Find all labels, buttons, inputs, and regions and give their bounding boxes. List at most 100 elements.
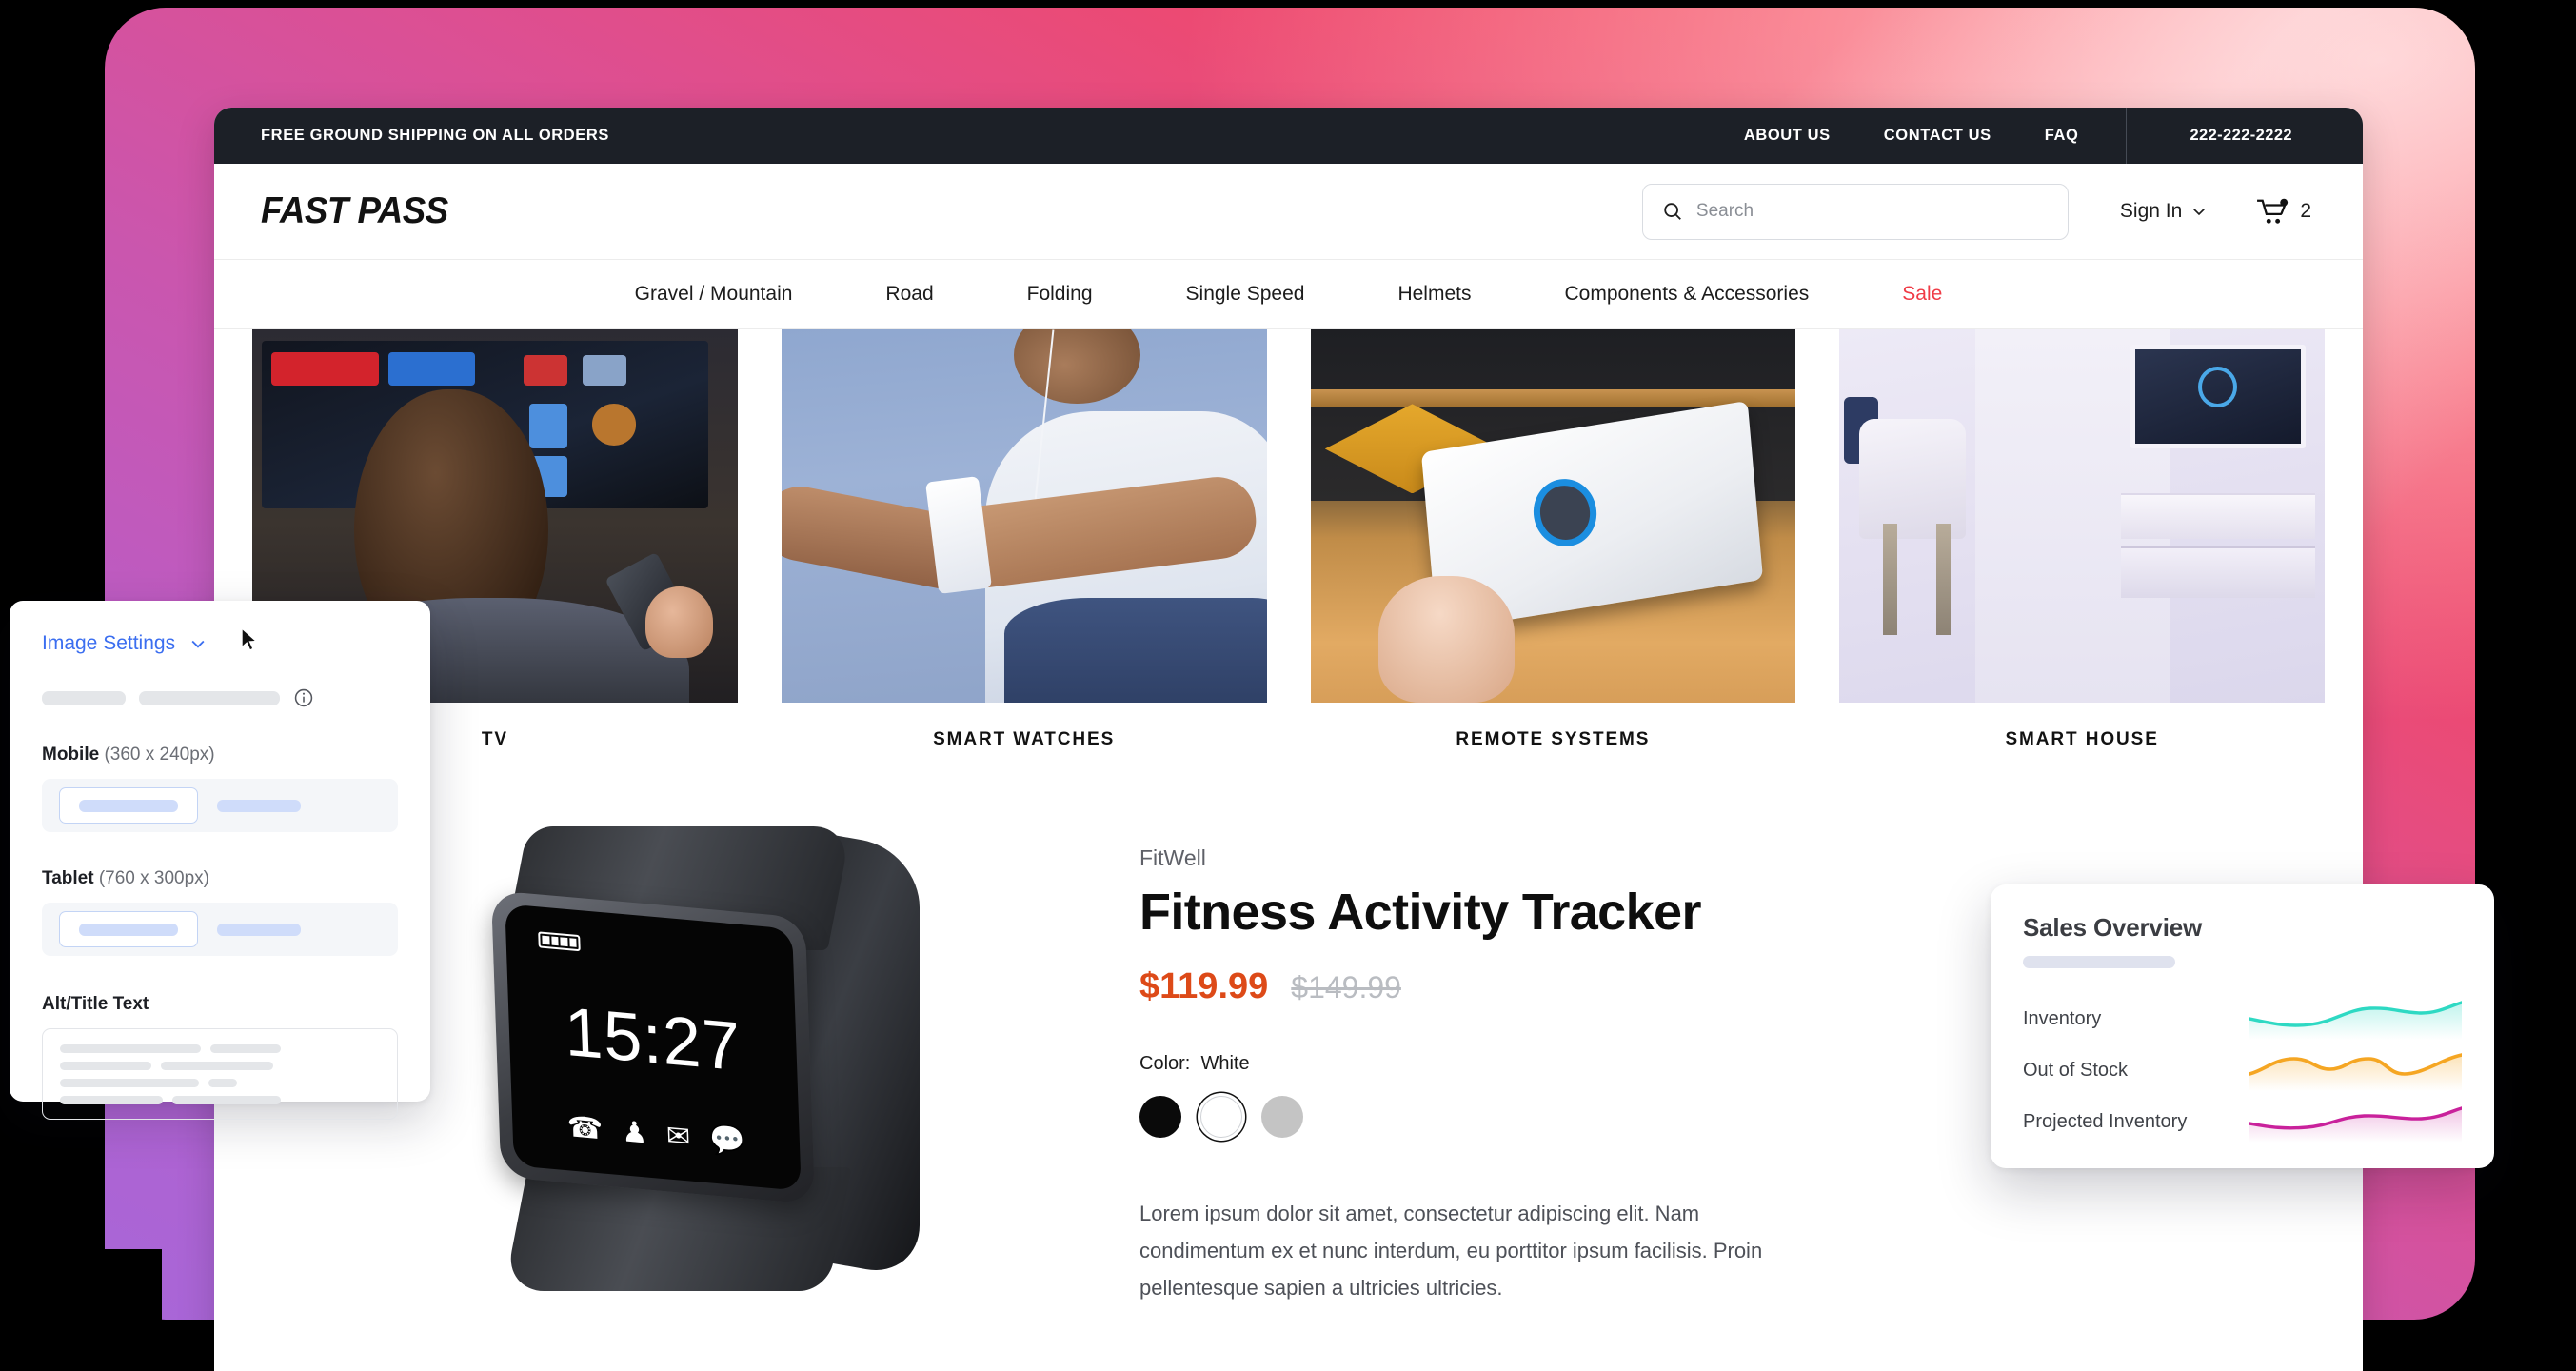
corner-mask-top-left xyxy=(0,0,59,59)
skeleton-bar xyxy=(42,690,126,705)
utility-links: ABOUT US CONTACT US FAQ 222-222-2222 xyxy=(1717,108,2363,164)
skeleton-line xyxy=(60,1096,380,1104)
phone-container: 222-222-2222 xyxy=(2126,108,2363,164)
category-label-tv: TV xyxy=(481,729,508,749)
sparkline-projected-inventory xyxy=(2248,1101,2464,1142)
color-swatch-black[interactable] xyxy=(1139,1096,1181,1138)
skeleton-bar xyxy=(2023,956,2175,968)
product-description: Lorem ipsum dolor sit amet, consectetur … xyxy=(1139,1202,1763,1301)
tablet-label: Tablet xyxy=(42,868,94,888)
speech-bubble-icon: 💬 xyxy=(708,1123,746,1159)
skeleton-line xyxy=(60,1044,380,1053)
sales-overview-card: Sales Overview Inventory Out of Stock Pr… xyxy=(1991,884,2494,1168)
nav-item-helmets[interactable]: Helmets xyxy=(1351,283,1517,306)
category-card-smart-watches[interactable]: SMART WATCHES xyxy=(781,329,1267,750)
phone-number[interactable]: 222-222-2222 xyxy=(2190,127,2292,145)
tablet-dimensions: (760 x 300px) xyxy=(98,868,210,888)
original-price: $149.99 xyxy=(1291,970,1401,1004)
shipping-message: FREE GROUND SHIPPING ON ALL ORDERS xyxy=(261,127,610,144)
chevron-down-icon xyxy=(2190,203,2208,220)
tablet-group-label: Tablet (760 x 300px) xyxy=(42,868,398,889)
cart-count-badge: 2 xyxy=(2300,200,2311,222)
sales-row-out-of-stock[interactable]: Out of Stock xyxy=(2023,1044,2465,1096)
smartwatch-illustration: 15:27 ☎ ♟ ✉ 💬 xyxy=(444,822,948,1291)
mouse-cursor-icon xyxy=(240,626,261,659)
mobile-image-field[interactable] xyxy=(42,779,398,832)
current-price: $119.99 xyxy=(1139,966,1269,1006)
sparkline-out-of-stock xyxy=(2247,1049,2465,1091)
corner-mask-bottom-left-2 xyxy=(0,1249,162,1320)
category-card-smart-house[interactable]: SMART HOUSE xyxy=(1839,329,2325,750)
mobile-upload-chip[interactable] xyxy=(59,787,198,824)
skeleton-bar xyxy=(139,690,280,705)
mobile-label: Mobile xyxy=(42,745,100,765)
header-right-group: Sign In xyxy=(1641,183,2311,240)
site-logo[interactable]: FAST PASS xyxy=(261,190,448,232)
category-grid: TV SMART WATCHES REMOTE SYSTEMS SMART HO… xyxy=(214,329,2363,750)
utility-bar: FREE GROUND SHIPPING ON ALL ORDERS ABOUT… xyxy=(214,108,2363,164)
sign-in-menu[interactable]: Sign In xyxy=(2120,200,2208,223)
sales-row-label: Out of Stock xyxy=(2023,1059,2129,1081)
sales-row-inventory[interactable]: Inventory xyxy=(2023,993,2464,1044)
info-icon[interactable] xyxy=(293,687,314,708)
chevron-down-icon[interactable] xyxy=(188,634,208,653)
image-settings-skeleton-row xyxy=(42,687,398,708)
alt-title-text-label: Alt/Title Text xyxy=(42,994,149,1014)
nav-item-folding[interactable]: Folding xyxy=(981,283,1139,306)
mobile-group-label: Mobile (360 x 240px) xyxy=(42,745,398,765)
search-input[interactable] xyxy=(1695,201,2049,222)
alt-title-text-input[interactable] xyxy=(42,1028,398,1120)
image-settings-header[interactable]: Image Settings xyxy=(42,626,398,659)
image-settings-panel: Image Settings Mobile (360 x 240px) Tabl… xyxy=(10,601,430,1120)
category-image-smart-watches xyxy=(781,329,1267,703)
nav-item-sale[interactable]: Sale xyxy=(1855,283,1989,306)
screenshot-root: FREE GROUND SHIPPING ON ALL ORDERS ABOUT… xyxy=(0,0,2576,1371)
tablet-image-field[interactable] xyxy=(42,903,398,956)
phone-icon: ☎ xyxy=(566,1111,604,1146)
image-settings-title[interactable]: Image Settings xyxy=(42,632,175,655)
sales-row-label: Projected Inventory xyxy=(2023,1110,2188,1132)
tablet-filename-placeholder xyxy=(217,923,301,936)
mobile-dimensions: (360 x 240px) xyxy=(104,745,215,765)
sales-overview-title: Sales Overview xyxy=(2023,913,2202,942)
watch-icon-row: ☎ ♟ ✉ 💬 xyxy=(512,1108,801,1162)
website-preview: FREE GROUND SHIPPING ON ALL ORDERS ABOUT… xyxy=(214,108,2363,1371)
search-box[interactable] xyxy=(1641,183,2069,240)
color-value: White xyxy=(1200,1053,1250,1074)
nav-item-road[interactable]: Road xyxy=(839,283,980,306)
shopping-cart-icon xyxy=(2255,197,2289,226)
sales-row-label: Inventory xyxy=(2023,1007,2102,1029)
search-icon xyxy=(1662,201,1683,222)
watch-time: 15:27 xyxy=(563,993,743,1086)
mobile-filename-placeholder xyxy=(217,799,301,812)
site-header: FAST PASS Sign In xyxy=(214,164,2363,259)
sales-row-projected-inventory[interactable]: Projected Inventory xyxy=(2023,1096,2464,1147)
battery-icon xyxy=(538,931,581,952)
color-swatch-white[interactable] xyxy=(1200,1096,1242,1138)
nav-item-gravel-mountain[interactable]: Gravel / Mountain xyxy=(588,283,840,306)
tablet-upload-chip[interactable] xyxy=(59,911,198,947)
envelope-icon: ✉ xyxy=(665,1120,691,1154)
category-label-smart-house: SMART HOUSE xyxy=(2005,729,2159,749)
category-image-smart-house xyxy=(1839,329,2325,703)
category-image-remote-systems xyxy=(1310,329,1796,703)
cart-button[interactable]: 2 xyxy=(2255,197,2311,226)
category-label-remote-systems: REMOTE SYSTEMS xyxy=(1456,729,1651,749)
nav-item-single-speed[interactable]: Single Speed xyxy=(1139,283,1352,306)
main-navigation: Gravel / Mountain Road Folding Single Sp… xyxy=(214,259,2363,329)
category-label-smart-watches: SMART WATCHES xyxy=(933,729,1116,749)
util-link-faq[interactable]: FAQ xyxy=(2018,127,2106,145)
skeleton-line xyxy=(60,1062,380,1070)
util-link-contact-us[interactable]: CONTACT US xyxy=(1857,127,2018,145)
sign-in-label: Sign In xyxy=(2119,200,2183,222)
category-card-remote-systems[interactable]: REMOTE SYSTEMS xyxy=(1310,329,1796,750)
product-brand: FitWell xyxy=(1139,845,1206,870)
sparkline-inventory xyxy=(2248,998,2464,1040)
color-label: Color: xyxy=(1139,1053,1191,1074)
person-icon: ♟ xyxy=(621,1116,648,1150)
color-swatch-gray[interactable] xyxy=(1261,1096,1303,1138)
skeleton-line xyxy=(60,1079,380,1087)
util-link-about-us[interactable]: ABOUT US xyxy=(1717,127,1857,145)
sales-overview-rows: Inventory Out of Stock Projected Invento… xyxy=(2023,993,2465,1147)
nav-item-components-accessories[interactable]: Components & Accessories xyxy=(1517,283,1855,306)
